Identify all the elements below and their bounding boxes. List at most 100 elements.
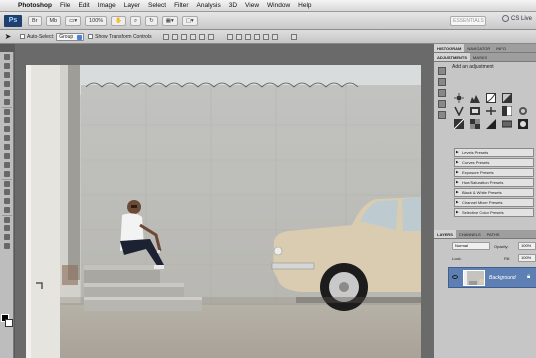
align-left-icon[interactable]	[190, 33, 197, 40]
preset-levels[interactable]: Levels Presets	[454, 148, 534, 157]
zoom-tool[interactable]	[2, 242, 12, 250]
distribute-2-icon[interactable]	[236, 33, 243, 40]
eye-icon[interactable]	[452, 275, 458, 279]
preset-hue-saturation[interactable]: Hue/Saturation Presets	[454, 178, 534, 187]
tab-channels[interactable]: CHANNELS	[456, 230, 484, 238]
quick-select-tool[interactable]	[2, 80, 12, 88]
selective-color-icon[interactable]	[518, 116, 528, 129]
3d-rotate-tool[interactable]	[2, 215, 12, 223]
history-brush-tool[interactable]	[2, 134, 12, 142]
hue-saturation-icon[interactable]	[470, 103, 480, 115]
eyedropper-tool[interactable]	[2, 98, 12, 106]
vibrance-icon[interactable]	[454, 103, 464, 117]
auto-select-dropdown[interactable]: Group	[56, 32, 85, 41]
posterize-icon[interactable]	[470, 116, 480, 129]
black-white-icon[interactable]	[501, 103, 513, 117]
panel-icon-4[interactable]	[438, 100, 446, 108]
3d-camera-tool[interactable]	[2, 224, 12, 232]
preset-curves[interactable]: Curves Presets	[454, 158, 534, 167]
workspace-switcher[interactable]: ESSENTIALS	[450, 16, 486, 26]
screen-mode-button[interactable]: ▢▾	[181, 15, 198, 26]
tab-histogram[interactable]: HISTOGRAM	[434, 44, 465, 52]
menu-edit[interactable]: Edit	[74, 2, 93, 9]
document-canvas[interactable]	[26, 65, 421, 358]
dodge-tool[interactable]	[2, 170, 12, 178]
brightness-icon[interactable]	[454, 90, 464, 103]
menu-view[interactable]: View	[241, 2, 263, 9]
photo-filter-icon[interactable]	[518, 103, 528, 115]
crop-tool[interactable]	[2, 89, 12, 97]
mini-bridge-button[interactable]: Mb	[45, 15, 62, 26]
exposure-icon[interactable]	[502, 90, 512, 103]
menu-analysis[interactable]: Analysis	[193, 2, 225, 9]
healing-brush-tool[interactable]	[2, 107, 12, 115]
distribute-6-icon[interactable]	[272, 33, 279, 40]
eraser-tool[interactable]	[2, 143, 12, 151]
tab-layers[interactable]: LAYERS	[434, 230, 456, 238]
color-swatches[interactable]	[1, 314, 13, 328]
curves-icon[interactable]	[486, 90, 496, 103]
type-tool[interactable]	[2, 188, 12, 196]
tab-paths[interactable]: PATHS	[484, 230, 503, 238]
path-select-tool[interactable]	[2, 197, 12, 205]
lasso-tool[interactable]	[2, 71, 12, 79]
threshold-icon[interactable]	[486, 116, 496, 129]
tab-navigator[interactable]: NAVIGATOR	[464, 44, 493, 52]
menu-3d[interactable]: 3D	[225, 2, 241, 9]
arrange-documents-button[interactable]: ▦▾	[161, 15, 178, 26]
blend-mode-select[interactable]: Normal	[452, 242, 490, 250]
levels-icon[interactable]	[470, 90, 480, 103]
show-transform-checkbox[interactable]	[88, 34, 94, 39]
align-top-icon[interactable]	[163, 33, 170, 40]
gradient-map-icon[interactable]	[501, 116, 513, 128]
align-vcenter-icon[interactable]	[172, 33, 179, 40]
marquee-tool[interactable]	[2, 62, 12, 70]
hand-tool-button[interactable]: ✋	[111, 15, 127, 26]
auto-align-icon[interactable]	[291, 33, 298, 40]
bridge-button[interactable]: Br	[28, 15, 42, 26]
distribute-4-icon[interactable]	[254, 33, 261, 40]
menu-filter[interactable]: Filter	[170, 2, 192, 9]
menu-select[interactable]: Select	[144, 2, 170, 9]
clone-stamp-tool[interactable]	[2, 125, 12, 133]
preset-black-white[interactable]: Black & White Presets	[454, 188, 534, 197]
color-balance-icon[interactable]	[486, 103, 496, 115]
invert-icon[interactable]	[453, 116, 465, 130]
brush-tool[interactable]	[2, 116, 12, 124]
distribute-3-icon[interactable]	[245, 33, 252, 40]
move-tool-icon[interactable]: ➤	[3, 32, 13, 42]
preset-exposure[interactable]: Exposure Presets	[454, 168, 534, 177]
menu-help[interactable]: Help	[294, 2, 315, 9]
align-right-icon[interactable]	[208, 33, 215, 40]
menu-app-name[interactable]: Photoshop	[14, 2, 56, 9]
shape-tool[interactable]	[2, 206, 12, 214]
cs-live-button[interactable]: CS Live	[501, 15, 532, 22]
align-bottom-icon[interactable]	[181, 33, 188, 40]
hand-tool[interactable]	[2, 233, 12, 241]
distribute-5-icon[interactable]	[263, 33, 270, 40]
menu-layer[interactable]: Layer	[120, 2, 144, 9]
zoom-level-select[interactable]: 100%	[85, 15, 108, 26]
panel-icon-2[interactable]	[438, 78, 446, 86]
align-hcenter-icon[interactable]	[199, 33, 206, 40]
gradient-tool[interactable]	[2, 152, 12, 160]
fill-field[interactable]: 100%	[518, 254, 536, 262]
tab-masks[interactable]: MASKS	[470, 53, 490, 61]
tab-info[interactable]: INFO	[493, 44, 509, 52]
preset-selective-color[interactable]: Selective Color Presets	[454, 208, 534, 217]
background-color[interactable]	[5, 319, 13, 327]
panel-icon-5[interactable]	[438, 111, 446, 119]
menu-window[interactable]: Window	[263, 2, 294, 9]
extras-button[interactable]: ▭▾	[65, 15, 82, 26]
blur-tool[interactable]	[2, 161, 12, 169]
zoom-tool-button[interactable]: ⌕	[130, 15, 142, 26]
layer-row-background[interactable]: Background 🔒︎	[448, 267, 536, 288]
rotate-view-button[interactable]: ↻	[145, 15, 158, 26]
tab-adjustments[interactable]: ADJUSTMENTS	[434, 53, 471, 61]
menu-file[interactable]: File	[56, 2, 74, 9]
panel-icon-3[interactable]	[438, 89, 446, 97]
auto-select-checkbox[interactable]	[20, 34, 25, 39]
distribute-1-icon[interactable]	[227, 33, 234, 40]
opacity-field[interactable]: 100%	[518, 242, 536, 250]
panel-icon-1[interactable]	[438, 67, 446, 75]
